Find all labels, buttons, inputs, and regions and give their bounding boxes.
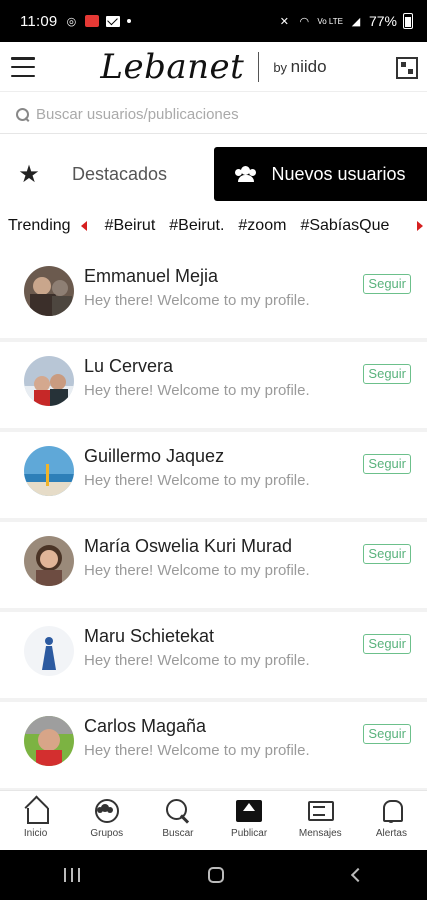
list-item[interactable]: Carlos Magaña Hey there! Welcome to my p… [0, 702, 427, 790]
list-item[interactable]: Emmanuel Mejia Hey there! Welcome to my … [0, 252, 427, 342]
recent-apps-icon[interactable] [64, 868, 81, 882]
search-bar[interactable] [0, 96, 427, 134]
search-icon [16, 107, 30, 122]
hashtag-link[interactable]: #Beirut [105, 217, 156, 235]
brand-by-prefix: by [273, 59, 288, 75]
tab-featured[interactable]: ★ Destacados [0, 147, 214, 201]
user-name[interactable]: Emmanuel Mejia [84, 266, 218, 287]
follow-button[interactable]: Seguir [363, 634, 411, 654]
signal-label: Vo LTE [317, 16, 343, 26]
tab-featured-label: Destacados [72, 163, 168, 184]
trending-fade [397, 208, 415, 244]
status-time: 11:09 [20, 12, 58, 30]
qr-code-icon[interactable] [396, 57, 418, 79]
avatar[interactable] [24, 446, 74, 496]
follow-button[interactable]: Seguir [363, 274, 411, 294]
search-icon [164, 797, 192, 825]
hashtag-link[interactable]: #Beirut. [169, 217, 224, 235]
list-item[interactable]: Guillermo Jaquez Hey there! Welcome to m… [0, 432, 427, 522]
mute-icon: ✕ [279, 15, 289, 28]
hashtag-link[interactable]: #zoom [238, 217, 286, 235]
battery-percent: 77% [368, 13, 397, 29]
list-item[interactable]: Maru Schietekat Hey there! Welcome to my… [0, 612, 427, 702]
nav-publish-label: Publicar [231, 828, 268, 839]
new-users-list: Emmanuel Mejia Hey there! Welcome to my … [0, 252, 427, 790]
user-bio: Hey there! Welcome to my profile. [84, 382, 310, 399]
nav-search-label: Buscar [162, 828, 194, 839]
hashtag-link[interactable]: #SabíasQue [300, 217, 389, 235]
star-icon: ★ [18, 160, 40, 188]
brand-logo: Lebanet by niido [100, 47, 326, 87]
avatar[interactable] [24, 536, 74, 586]
nav-home[interactable]: Inicio [0, 791, 71, 850]
user-bio: Hey there! Welcome to my profile. [84, 652, 310, 669]
battery-icon [403, 13, 413, 29]
follow-button[interactable]: Seguir [363, 724, 411, 744]
user-name[interactable]: Lu Cervera [84, 356, 173, 377]
avatar[interactable] [24, 716, 74, 766]
avatar[interactable] [24, 356, 74, 406]
brand-by-name: niido [290, 56, 327, 76]
wifi-icon: ◠ [299, 15, 310, 28]
list-item[interactable]: María Oswelia Kuri Murad Hey there! Welc… [0, 522, 427, 612]
more-notifications-dot-icon [127, 19, 132, 23]
follow-button[interactable]: Seguir [363, 454, 411, 474]
trending-title: Trending [8, 217, 71, 234]
mail-icon [106, 15, 121, 27]
nav-search[interactable]: Buscar [142, 791, 213, 850]
groups-icon [93, 797, 121, 825]
user-name[interactable]: Maru Schietekat [84, 626, 214, 647]
upload-icon [235, 797, 263, 825]
follow-button[interactable]: Seguir [363, 544, 411, 564]
nav-home-label: Inicio [23, 828, 48, 839]
user-bio: Hey there! Welcome to my profile. [84, 742, 310, 759]
brand-by: by niido [273, 57, 326, 77]
trending-scroll-right-icon[interactable] [417, 221, 423, 231]
nav-alerts[interactable]: Alertas [356, 791, 427, 850]
status-bar: 11:09 ◎ ✕ ◠ Vo LTE ◢ 77% [0, 0, 427, 42]
avatar[interactable] [24, 626, 74, 676]
user-name[interactable]: Guillermo Jaquez [84, 446, 224, 467]
nav-messages-label: Mensajes [298, 828, 342, 839]
user-name[interactable]: Carlos Magaña [84, 716, 206, 737]
bell-icon [377, 797, 405, 825]
whatsapp-icon: ◎ [66, 15, 77, 28]
hamburger-menu-icon[interactable] [11, 57, 35, 77]
nav-publish[interactable]: Publicar [214, 791, 285, 850]
tabs: ★ Destacados Nuevos usuarios [0, 147, 427, 201]
tab-new-users[interactable]: Nuevos usuarios [214, 147, 427, 201]
home-icon [22, 797, 50, 825]
nav-messages[interactable]: Mensajes [285, 791, 356, 850]
avatar[interactable] [24, 266, 74, 316]
notification-app-icon [85, 15, 100, 27]
users-group-icon [235, 166, 259, 182]
trending-scroll-left-icon[interactable] [80, 221, 87, 231]
bottom-nav: Inicio Grupos Buscar Publicar Mensajes A… [0, 790, 427, 850]
messages-icon [306, 797, 335, 825]
back-icon[interactable] [350, 867, 365, 883]
nav-groups[interactable]: Grupos [71, 791, 142, 850]
trending-bar: Trending #Beirut #Beirut. #zoom #SabíasQ… [0, 208, 427, 244]
user-name[interactable]: María Oswelia Kuri Murad [84, 536, 292, 557]
search-input[interactable] [36, 106, 416, 123]
app-header: Lebanet by niido [0, 42, 427, 92]
user-bio: Hey there! Welcome to my profile. [84, 472, 310, 489]
brand-divider [258, 51, 260, 82]
home-button-icon[interactable] [208, 867, 225, 883]
nav-groups-label: Grupos [90, 828, 124, 839]
system-nav-bar [0, 850, 427, 900]
tab-new-users-label: Nuevos usuarios [271, 163, 406, 184]
follow-button[interactable]: Seguir [363, 364, 411, 384]
nav-alerts-label: Alertas [375, 828, 407, 839]
user-bio: Hey there! Welcome to my profile. [84, 292, 310, 309]
cell-signal-icon: ◢ [351, 15, 361, 28]
brand-logo-text: Lebanet [100, 46, 245, 87]
list-item[interactable]: Lu Cervera Hey there! Welcome to my prof… [0, 342, 427, 432]
user-bio: Hey there! Welcome to my profile. [84, 562, 310, 579]
